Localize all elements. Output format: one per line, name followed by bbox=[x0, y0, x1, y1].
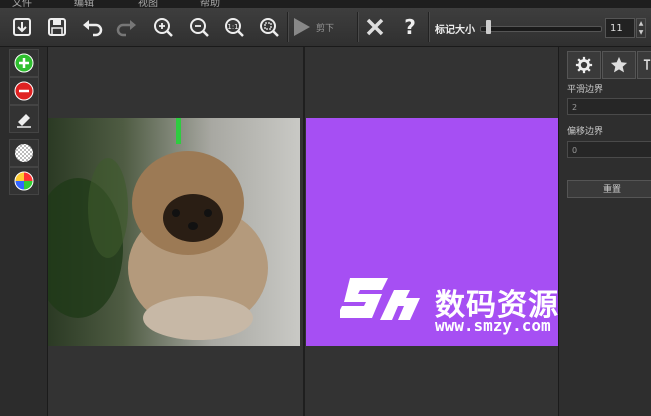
reset-button[interactable]: 重置 bbox=[567, 180, 651, 198]
save-icon[interactable] bbox=[44, 14, 70, 40]
mark-size-label: 标记大小 bbox=[435, 25, 475, 36]
color-button[interactable] bbox=[9, 167, 39, 195]
fit-window-icon[interactable] bbox=[256, 14, 282, 40]
undo-icon[interactable] bbox=[79, 14, 105, 40]
transparency-button[interactable] bbox=[9, 139, 39, 167]
add-area-button[interactable] bbox=[9, 49, 39, 77]
tab-more[interactable] bbox=[637, 51, 651, 79]
mark-size-slider[interactable] bbox=[480, 26, 602, 32]
tab-settings[interactable] bbox=[567, 51, 601, 79]
redo-icon[interactable] bbox=[114, 14, 140, 40]
toolbar-separator bbox=[287, 12, 289, 42]
eraser-button[interactable] bbox=[9, 105, 39, 133]
offset-edge-field[interactable]: 0 bbox=[567, 141, 651, 158]
star-icon bbox=[610, 56, 628, 73]
smooth-edge-label: 平滑边界 bbox=[567, 85, 604, 95]
mark-size-slider-thumb[interactable] bbox=[485, 20, 491, 34]
watermark-url: www.smzy.com bbox=[435, 316, 551, 335]
add-area-icon bbox=[14, 53, 34, 73]
mark-size-stepper[interactable]: ▲ ▼ bbox=[636, 18, 646, 38]
close-icon[interactable] bbox=[362, 14, 388, 40]
offset-edge-label: 偏移边界 bbox=[567, 127, 604, 137]
menu-bar: 文件 编辑 视图 帮助 bbox=[0, 0, 651, 8]
svg-text:?: ? bbox=[404, 16, 416, 38]
right-panel: 平滑边界 2 偏移边界 0 重置 bbox=[558, 47, 651, 416]
gear-icon bbox=[575, 56, 593, 74]
tab-effects[interactable] bbox=[602, 51, 636, 79]
svg-text:1:1: 1:1 bbox=[227, 23, 238, 31]
play-icon bbox=[294, 18, 310, 36]
watermark-logo bbox=[336, 278, 420, 320]
cut-button[interactable]: 剪下 bbox=[290, 14, 354, 40]
zoom-out-icon[interactable] bbox=[186, 14, 212, 40]
left-toolbar bbox=[0, 47, 48, 416]
cut-label: 剪下 bbox=[316, 23, 335, 34]
menu-view[interactable]: 视图 bbox=[138, 0, 158, 8]
toolbar-separator bbox=[357, 12, 359, 42]
menu-help[interactable]: 帮助 bbox=[200, 0, 220, 8]
menu-file[interactable]: 文件 bbox=[12, 0, 32, 8]
help-icon[interactable]: ? bbox=[397, 14, 423, 40]
zoom-in-icon[interactable] bbox=[150, 14, 176, 40]
smooth-edge-field[interactable]: 2 bbox=[567, 98, 651, 115]
toolbar-separator bbox=[428, 12, 430, 42]
toolbar: 1:1 剪下 ? 标记大小 11 ▲ ▼ bbox=[0, 8, 651, 47]
open-file-icon[interactable] bbox=[9, 14, 35, 40]
menu-edit[interactable]: 编辑 bbox=[74, 0, 94, 8]
mark-size-input[interactable]: 11 bbox=[605, 18, 635, 38]
source-photo bbox=[48, 118, 300, 346]
actual-size-icon[interactable]: 1:1 bbox=[221, 14, 247, 40]
tab-more-icon bbox=[643, 59, 651, 70]
eraser-icon bbox=[17, 114, 31, 128]
remove-area-button[interactable] bbox=[9, 77, 39, 105]
transparency-icon bbox=[15, 144, 33, 162]
remove-area-icon bbox=[14, 81, 34, 101]
color-wheel-icon bbox=[14, 171, 34, 191]
